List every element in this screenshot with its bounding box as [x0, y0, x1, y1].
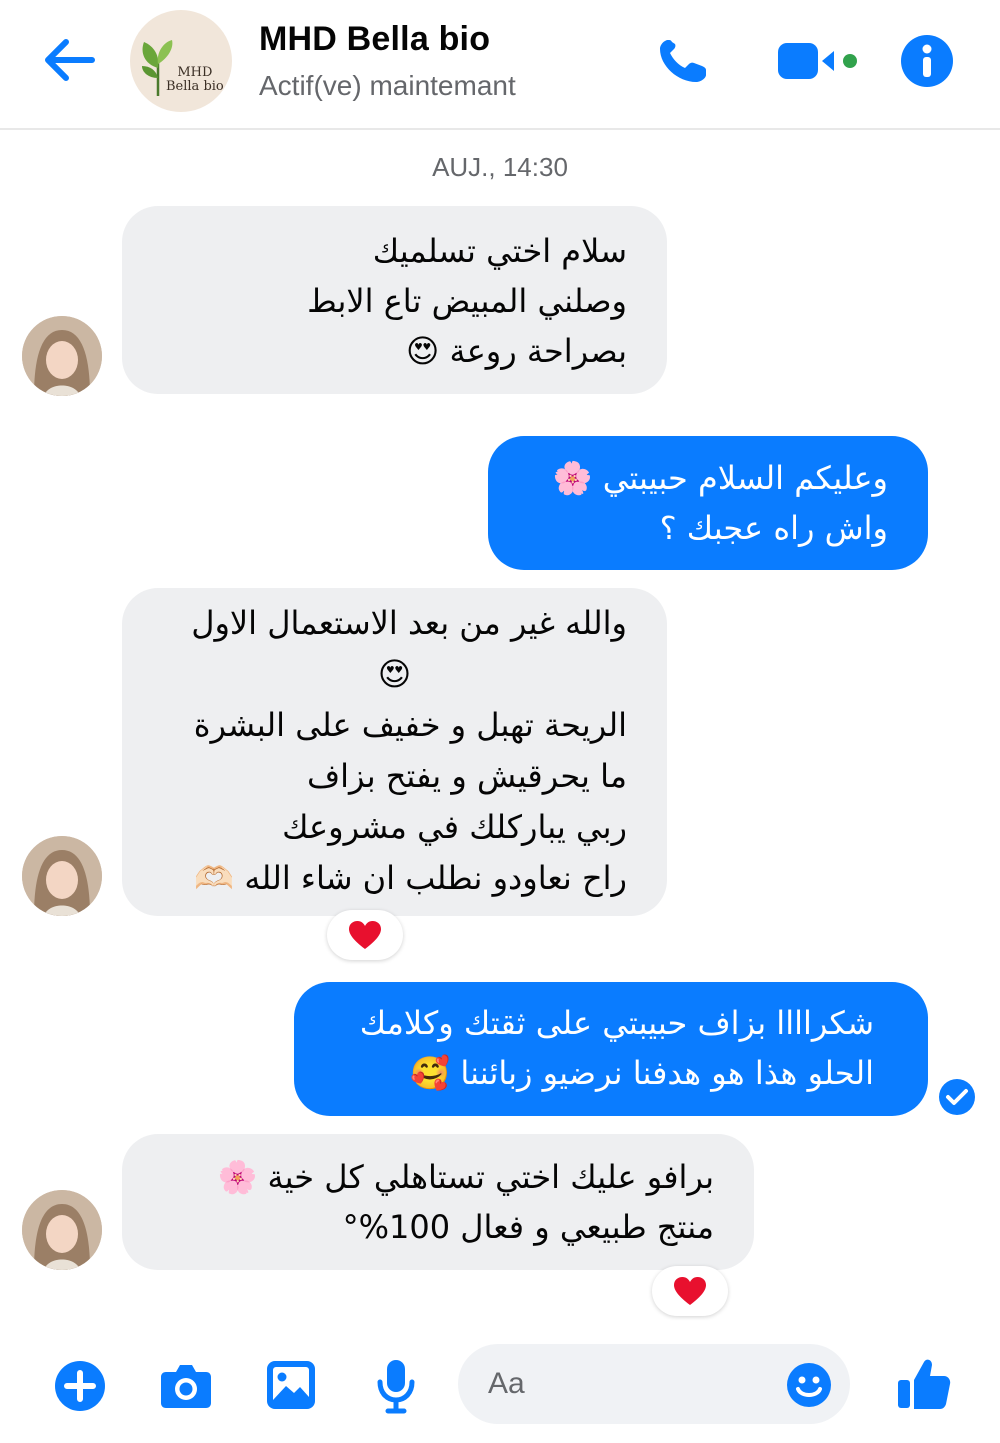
chat-header: MHD Bella bio MHD Bella bio Actif(ve) ma…: [0, 0, 1000, 130]
heart-reaction[interactable]: [652, 1266, 728, 1316]
video-call-icon[interactable]: [776, 40, 860, 82]
person-photo-icon: [22, 1190, 102, 1270]
info-icon[interactable]: [900, 34, 954, 88]
phone-call-icon[interactable]: [656, 36, 712, 86]
message-bubble-incoming[interactable]: سلام اختي تسلميك وصلني المبيض تاع الابط …: [122, 206, 667, 394]
heart-reaction[interactable]: [327, 910, 403, 960]
thumbs-up-icon[interactable]: [896, 1356, 952, 1412]
logo-text-line1: MHD: [177, 65, 213, 80]
logo-text: MHD Bella bio: [166, 66, 224, 94]
microphone-icon[interactable]: [376, 1358, 416, 1414]
gallery-icon[interactable]: [266, 1360, 316, 1410]
message-bubble-incoming[interactable]: برافو عليك اختي تستاهلي كل خية 🌸 منتج طب…: [122, 1134, 754, 1270]
message-line: ما يحرقيش و يفتح بزاف: [306, 757, 627, 795]
message-line: شكراااا بزاف حبيبتي على ثقتك وكلامك: [359, 1004, 874, 1042]
message-line: الريحة تهبل و خفيف على البشرة: [193, 706, 627, 744]
message-line: راح نعاودو نطلب ان شاء الله 🫶🏻: [194, 859, 627, 897]
message-line: بصراحة روعة 😍: [406, 332, 627, 370]
conversation-timestamp: AUJ., 14:30: [432, 152, 568, 182]
emoji-icon[interactable]: [786, 1362, 832, 1408]
message-line: 😍: [377, 655, 412, 693]
message-line: وصلني المبيض تاع الابط: [307, 282, 627, 320]
plus-icon[interactable]: [54, 1360, 106, 1412]
message-line: والله غير من بعد الاستعمال الاول: [191, 604, 627, 642]
message-bubble-incoming[interactable]: والله غير من بعد الاستعمال الاول 😍 الريح…: [122, 588, 667, 916]
contact-status: Actif(ve) maintemant: [259, 70, 516, 101]
heart-icon: [674, 1277, 706, 1305]
person-photo-icon: [22, 316, 102, 396]
message-line: سلام اختي تسلميك: [372, 232, 627, 270]
message-bubble-outgoing[interactable]: وعليكم السلام حبيبتي 🌸 واش راه عجبك ؟: [488, 436, 928, 570]
message-line: برافو عليك اختي تستاهلي كل خية 🌸: [217, 1158, 714, 1196]
sender-avatar[interactable]: [22, 836, 102, 916]
message-line: منتج طبيعي و فعال 100%°: [342, 1208, 714, 1246]
person-photo-icon: [22, 836, 102, 916]
message-line: واش راه عجبك ؟: [659, 509, 888, 547]
contact-avatar[interactable]: MHD Bella bio: [130, 10, 232, 112]
message-line: وعليكم السلام حبيبتي 🌸: [552, 459, 888, 497]
sender-avatar[interactable]: [22, 1190, 102, 1270]
message-line: ربي يباركلك في مشروعك: [282, 808, 627, 846]
logo-text-line2: Bella bio: [166, 79, 224, 94]
seen-check-icon: [939, 1079, 975, 1115]
back-arrow-icon[interactable]: [40, 36, 96, 84]
camera-icon[interactable]: [160, 1362, 212, 1410]
heart-icon: [349, 921, 381, 949]
sender-avatar[interactable]: [22, 316, 102, 396]
message-line: الحلو هذا هو هدفنا نرضيو زبائننا 🥰: [410, 1054, 874, 1092]
contact-name[interactable]: MHD Bella bio: [259, 20, 490, 59]
message-bubble-outgoing[interactable]: شكراااا بزاف حبيبتي على ثقتك وكلامك الحل…: [294, 982, 928, 1116]
